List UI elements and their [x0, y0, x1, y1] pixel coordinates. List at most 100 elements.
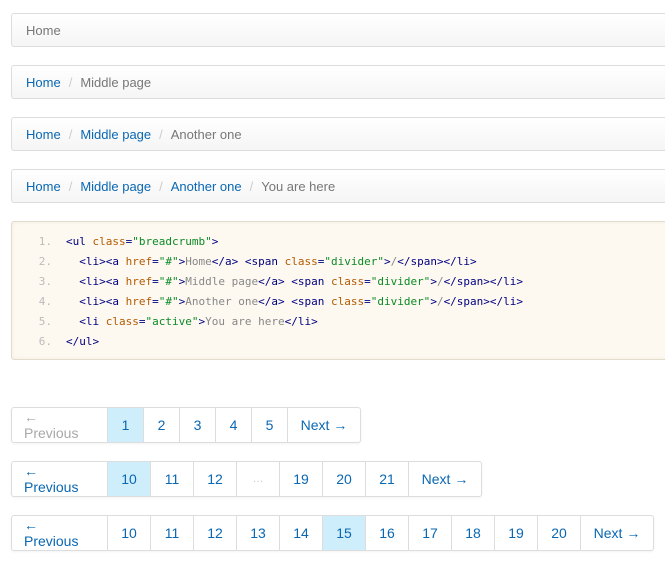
page-button[interactable]: 3: [179, 408, 215, 442]
breadcrumb-link[interactable]: Home: [26, 75, 61, 90]
page-button[interactable]: 21: [365, 462, 408, 496]
code-token: href: [125, 275, 153, 288]
page-button[interactable]: 18: [451, 516, 494, 550]
previous-button[interactable]: ← Previous: [12, 516, 107, 550]
code-token: class: [330, 275, 365, 288]
page-button[interactable]: 12: [193, 516, 236, 550]
page-button[interactable]: 5: [251, 408, 287, 442]
breadcrumb-link[interactable]: Another one: [171, 179, 242, 194]
page-button[interactable]: 4: [215, 408, 251, 442]
code-token: <li><a: [66, 255, 126, 268]
breadcrumb-4: Home / Middle page / Another one / You are her…: [11, 169, 665, 203]
page-button[interactable]: 13: [236, 516, 279, 550]
code-line: 6. </ul>: [12, 332, 665, 352]
code-token: "#": [158, 275, 179, 288]
page-button[interactable]: 16: [365, 516, 408, 550]
code-token: Another one: [185, 295, 259, 308]
code-token: </span></li>: [443, 295, 524, 308]
code-token: =: [152, 295, 159, 308]
page-button[interactable]: 20: [537, 516, 580, 550]
line-number: 6.: [38, 335, 52, 348]
breadcrumb-divider: /: [159, 126, 163, 142]
code-token: >: [211, 235, 219, 248]
code-token: >: [383, 255, 391, 268]
breadcrumb-item: Home /: [26, 179, 80, 194]
pagination-1: ← Previous 1 2 3 4 5 Next →: [11, 407, 361, 443]
previous-button[interactable]: ← Previous: [12, 462, 107, 496]
page-ellipsis: …: [236, 462, 279, 496]
next-button[interactable]: Next →: [580, 516, 653, 550]
code-token: <li><a: [66, 295, 126, 308]
code-line: 2. <li><a href="#">Home</a> <span class=…: [12, 252, 665, 272]
code-token: "active": [145, 315, 199, 328]
line-number: 4.: [38, 295, 52, 308]
breadcrumb-2: Home / Middle page: [11, 65, 665, 99]
page-button[interactable]: 12: [193, 462, 236, 496]
previous-button: ← Previous: [24, 409, 79, 441]
breadcrumb-divider: /: [159, 178, 163, 194]
page-button[interactable]: 19: [279, 462, 322, 496]
code-source: <li class="active">You are here</li>: [66, 312, 317, 332]
code-source: </ul>: [66, 332, 99, 352]
next-button[interactable]: Next →: [408, 462, 481, 496]
breadcrumb-active: Middle page: [80, 74, 152, 90]
code-token: "divider": [370, 275, 431, 288]
breadcrumb-divider: /: [68, 126, 73, 142]
code-token: class: [330, 295, 365, 308]
breadcrumb-divider: /: [249, 178, 254, 194]
breadcrumb-item: Home /: [26, 127, 80, 142]
page-button[interactable]: 1: [107, 408, 143, 442]
code-token: "divider": [370, 295, 431, 308]
breadcrumb-1: Home: [11, 13, 665, 47]
page-button[interactable]: 2: [143, 408, 179, 442]
code-token: >: [430, 275, 437, 288]
line-number: 1.: [38, 235, 52, 248]
code-line: 1. <ul class="breadcrumb">: [12, 232, 665, 252]
code-token: <ul: [66, 235, 93, 248]
code-token: You are here: [205, 315, 285, 328]
code-line: 4. <li><a href="#">Another one</a> <span…: [12, 292, 665, 312]
code-line: 3. <li><a href="#">Middle page</a> <span…: [12, 272, 665, 292]
code-token: href: [125, 295, 153, 308]
code-token: /: [436, 275, 444, 288]
code-token: </a> <span: [258, 295, 331, 308]
code-token: "breadcrumb": [132, 235, 212, 248]
code-token: =: [138, 315, 146, 328]
code-source: <li><a href="#">Home</a> <span class="di…: [66, 252, 476, 272]
pagination-3: ← Previous 10 11 12 13 14 15 16 17 18 19 20 Next →: [11, 515, 654, 551]
code-token: /: [436, 295, 444, 308]
page-button[interactable]: 10: [107, 462, 150, 496]
page-button[interactable]: 11: [150, 462, 193, 496]
next-button[interactable]: Next →: [287, 408, 360, 442]
code-token: </span></li>: [443, 275, 524, 288]
breadcrumb-active: Another one: [170, 126, 242, 142]
page-button[interactable]: 14: [279, 516, 322, 550]
breadcrumb-active: You are here: [261, 178, 336, 194]
code-token: </a> <span: [258, 275, 331, 288]
breadcrumb-link[interactable]: Home: [26, 127, 61, 142]
breadcrumb-item: Another one /: [171, 179, 261, 194]
breadcrumb-link[interactable]: Middle page: [80, 179, 151, 194]
page-button[interactable]: 10: [107, 516, 150, 550]
line-number: 3.: [38, 275, 52, 288]
code-token: class: [105, 315, 139, 328]
code-token: =: [364, 295, 371, 308]
code-source: <li><a href="#">Middle page</a> <span cl…: [66, 272, 523, 292]
page-button[interactable]: 11: [150, 516, 193, 550]
code-block: 1. <ul class="breadcrumb"> 2. <li><a href=…: [11, 221, 665, 360]
page-button[interactable]: 17: [408, 516, 451, 550]
breadcrumb-active: Home: [26, 22, 61, 38]
breadcrumb-divider: /: [68, 74, 73, 90]
line-number: 2.: [38, 255, 52, 268]
code-token: "divider": [324, 255, 384, 268]
code-token: "#": [158, 255, 179, 268]
page-button[interactable]: 20: [322, 462, 365, 496]
page-button[interactable]: 19: [494, 516, 537, 550]
code-token: <li: [66, 315, 106, 328]
breadcrumb-link[interactable]: Home: [26, 179, 61, 194]
code-token: Middle page: [185, 275, 259, 288]
page-button[interactable]: 15: [322, 516, 365, 550]
breadcrumb-link[interactable]: Middle page: [80, 127, 151, 142]
code-token: class: [284, 255, 318, 268]
breadcrumb-3: Home / Middle page / Another one: [11, 117, 665, 151]
